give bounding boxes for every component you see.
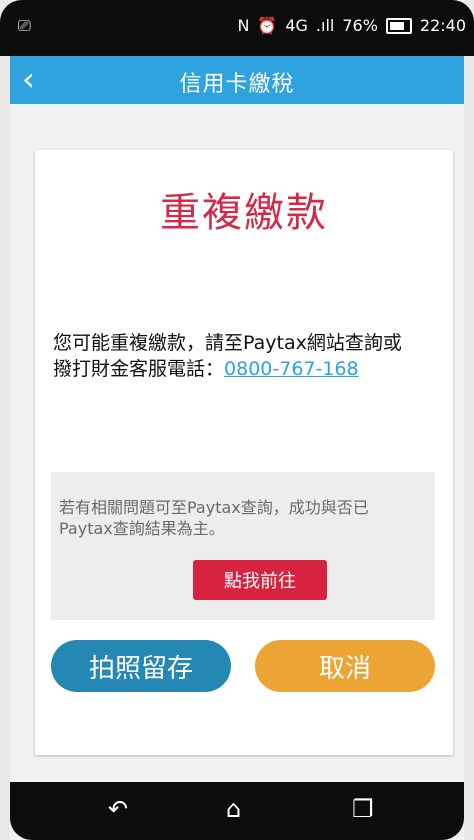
phone-link[interactable]: 0800-767-168 xyxy=(224,358,359,380)
battery-icon xyxy=(385,17,412,34)
card-title: 重複繳款 xyxy=(160,190,328,236)
frame-right xyxy=(464,0,474,840)
app-bar: ‹ 信用卡繳稅 xyxy=(10,56,464,104)
status-bar: ⎚ N ⏰ 4G .ıll 76% 22:40 xyxy=(0,0,474,56)
battery-percent: 76% xyxy=(342,16,378,35)
screen-rotate-icon: ⎚ xyxy=(18,16,31,35)
message-line-2: 撥打財金客服電話：0800-767-168 xyxy=(53,356,435,382)
note-text: 若有相關問題可至Paytax查詢，成功與否已 Paytax查詢結果為主。 xyxy=(59,497,425,539)
network-label: 4G xyxy=(285,16,308,35)
signal-icon: .ıll xyxy=(315,16,335,35)
message-line-1: 您可能重複繳款，請至Paytax網站查詢或 xyxy=(53,332,402,354)
nav-recent-apps-icon[interactable]: ❐ xyxy=(352,795,374,823)
alarm-icon: ⏰ xyxy=(257,16,278,35)
note-line-1: 若有相關問題可至Paytax查詢，成功與否已 xyxy=(59,498,369,517)
note-box: 若有相關問題可至Paytax查詢，成功與否已 Paytax查詢結果為主。 點我前… xyxy=(51,472,435,620)
note-line-2: Paytax查詢結果為主。 xyxy=(59,519,225,538)
message-line-2-label: 撥打財金客服電話： xyxy=(53,358,225,380)
go-button[interactable]: 點我前往 xyxy=(193,560,327,600)
phone-screen: ⎚ N ⏰ 4G .ıll 76% 22:40 ‹ 信用卡繳稅 重複繳款 您可能… xyxy=(0,0,474,840)
message-text: 您可能重複繳款，請至Paytax網站查詢或 撥打財金客服電話：0800-767-… xyxy=(53,330,435,382)
page-title: 信用卡繳稅 xyxy=(179,72,295,97)
nav-home-icon[interactable]: ⌂ xyxy=(226,795,241,823)
status-time: 22:40 xyxy=(419,16,466,35)
cancel-button[interactable]: 取消 xyxy=(255,640,435,692)
save-photo-button[interactable]: 拍照留存 xyxy=(51,640,231,692)
nav-back-icon[interactable]: ↶ xyxy=(108,795,128,823)
nfc-icon: N xyxy=(237,16,250,35)
frame-left xyxy=(0,0,10,840)
navigation-bar: ↶ ⌂ ❐ xyxy=(10,782,464,840)
dialog-card: 重複繳款 您可能重複繳款，請至Paytax網站查詢或 撥打財金客服電話：0800… xyxy=(35,150,453,755)
status-icons: N ⏰ 4G .ıll 76% 22:40 xyxy=(237,16,466,35)
